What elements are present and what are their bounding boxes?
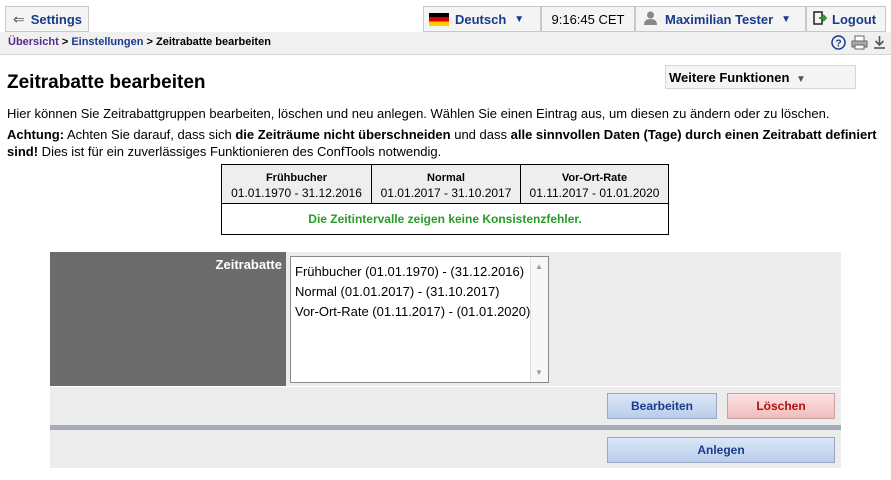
- period-name: Normal: [427, 171, 465, 184]
- discounts-label: Zeitrabatte: [50, 252, 286, 386]
- period-range: 01.01.1970 - 31.12.2016: [231, 185, 362, 200]
- periods-table: Frühbucher 01.01.1970 - 31.12.2016 Norma…: [221, 164, 669, 235]
- delete-button[interactable]: Löschen: [727, 393, 835, 419]
- warning-part: und dass: [450, 127, 511, 142]
- print-icon[interactable]: [851, 35, 868, 53]
- intro-text: Hier können Sie Zeitrabattgruppen bearbe…: [7, 106, 830, 121]
- help-icon[interactable]: ?: [831, 35, 846, 53]
- clock: 9:16:45 CET: [541, 6, 635, 32]
- period-cell: Normal 01.01.2017 - 31.10.2017: [371, 164, 521, 204]
- period-name: Vor-Ort-Rate: [561, 171, 628, 184]
- chevron-down-icon: ▼: [796, 74, 806, 85]
- logout-icon: [813, 10, 828, 28]
- list-item[interactable]: Frühbucher (01.01.1970) - (31.12.2016): [291, 262, 548, 282]
- period-range: 01.11.2017 - 01.01.2020: [529, 185, 660, 200]
- edit-button[interactable]: Bearbeiten: [607, 393, 717, 419]
- breadcrumb-settings[interactable]: Einstellungen: [71, 36, 143, 48]
- back-arrow-icon: ⇐: [13, 10, 25, 27]
- listbox-scrollbar[interactable]: ▲ ▼: [530, 257, 548, 382]
- warning-emphasis: die Zeiträume nicht überschneiden: [235, 127, 451, 142]
- top-bar: ⇐ Settings Deutsch ▼ 9:16:45 CET Maximil…: [0, 0, 891, 32]
- breadcrumb-current: Zeitrabatte bearbeiten: [156, 36, 271, 48]
- discount-form: Zeitrabatte Frühbucher (01.01.1970) - (3…: [50, 252, 841, 386]
- settings-link[interactable]: ⇐ Settings: [5, 6, 89, 32]
- period-cell: Vor-Ort-Rate 01.11.2017 - 01.01.2020: [520, 164, 669, 204]
- warning-part: Achten Sie darauf, dass sich: [64, 127, 236, 142]
- user-menu[interactable]: Maximilian Tester ▼: [635, 6, 806, 32]
- period-range: 01.01.2017 - 31.10.2017: [380, 185, 512, 200]
- user-icon: [644, 11, 657, 28]
- language-label: Deutsch: [455, 11, 507, 27]
- german-flag-icon: [429, 12, 449, 26]
- more-functions-dropdown[interactable]: Weitere Funktionen ▼: [665, 65, 856, 89]
- warning-part: Dies ist für ein zuverlässiges Funktioni…: [38, 144, 442, 159]
- breadcrumb-overview[interactable]: Übersicht: [8, 36, 59, 48]
- time-label: 9:16:45 CET: [551, 11, 625, 27]
- action-row: Bearbeiten Löschen: [50, 387, 841, 425]
- consistency-message: Die Zeitintervalle zeigen keine Konsiste…: [221, 203, 669, 235]
- list-item[interactable]: Vor-Ort-Rate (01.11.2017) - (01.01.2020): [291, 302, 548, 322]
- breadcrumb-separator: >: [61, 36, 69, 48]
- period-cell: Frühbucher 01.01.1970 - 31.12.2016: [221, 164, 372, 204]
- discount-listbox[interactable]: Frühbucher (01.01.1970) - (31.12.2016) N…: [290, 256, 549, 383]
- page-title: Zeitrabatte bearbeiten: [7, 72, 206, 93]
- create-button[interactable]: Anlegen: [607, 437, 835, 463]
- download-icon[interactable]: [873, 35, 886, 53]
- warning-label: Achtung:: [7, 127, 65, 142]
- svg-text:?: ?: [835, 39, 841, 50]
- settings-label[interactable]: Settings: [31, 12, 82, 27]
- breadcrumb: Übersicht > Einstellungen > Zeitrabatte …: [0, 32, 891, 55]
- warning-text: Achtung: Achten Sie darauf, dass sich di…: [7, 126, 877, 160]
- period-name: Frühbucher: [265, 171, 328, 184]
- scroll-up-icon[interactable]: ▲: [535, 262, 543, 271]
- logout-label[interactable]: Logout: [832, 12, 876, 27]
- more-functions-label: Weitere Funktionen: [669, 70, 790, 85]
- user-name: Maximilian Tester: [665, 11, 774, 27]
- breadcrumb-separator: >: [146, 36, 153, 48]
- language-selector[interactable]: Deutsch ▼: [423, 6, 541, 32]
- chevron-down-icon: ▼: [781, 13, 792, 25]
- chevron-down-icon: ▼: [514, 13, 525, 25]
- logout-button[interactable]: Logout: [806, 6, 886, 32]
- list-item[interactable]: Normal (01.01.2017) - (31.10.2017): [291, 282, 548, 302]
- scroll-down-icon[interactable]: ▼: [535, 368, 543, 377]
- create-row: Anlegen: [50, 430, 841, 468]
